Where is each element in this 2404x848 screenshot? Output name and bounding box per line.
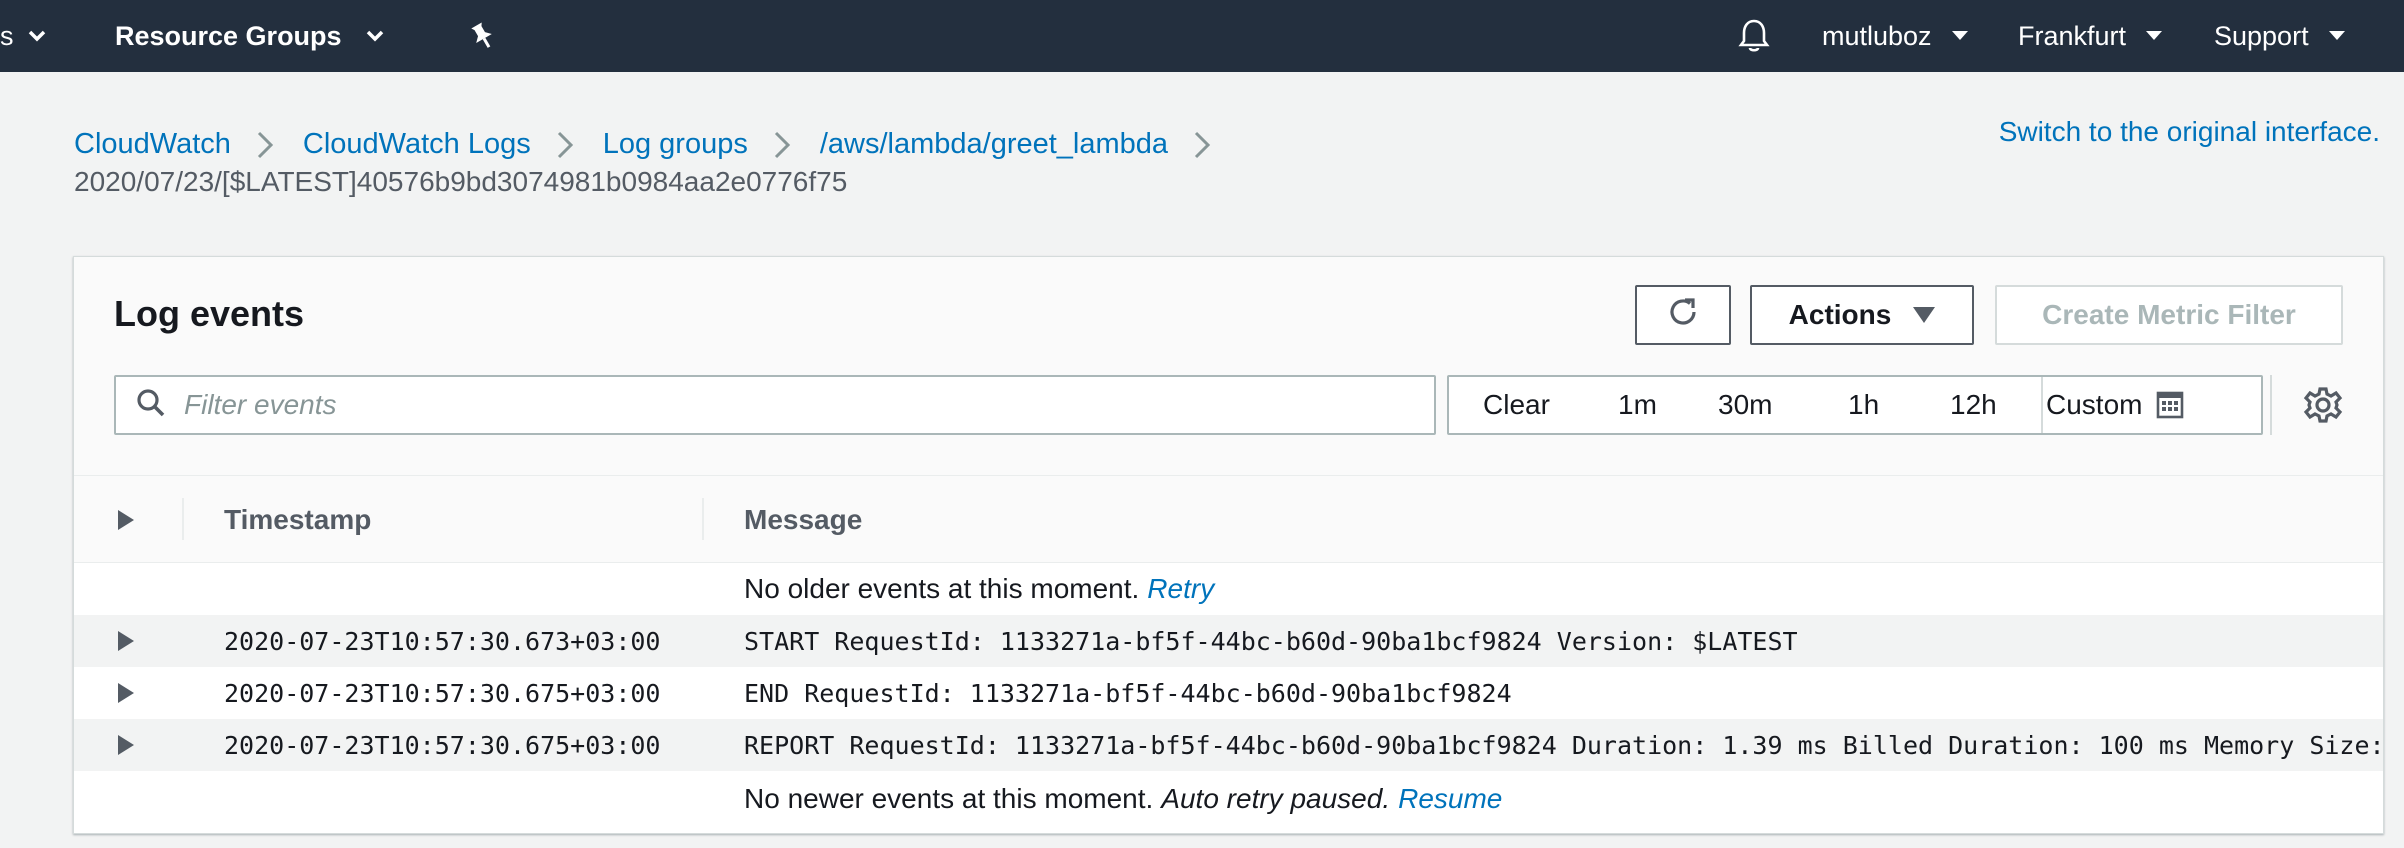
column-divider bbox=[182, 498, 184, 540]
column-header-message: Message bbox=[744, 504, 863, 535]
user-menu[interactable]: mutluboz bbox=[1822, 0, 1968, 72]
time-range-selector: Clear 1m 30m 1h 12h Custom bbox=[1447, 375, 2263, 435]
panel-title: Log events bbox=[114, 293, 305, 334]
retry-link[interactable]: Retry bbox=[1147, 573, 1214, 605]
refresh-button[interactable] bbox=[1635, 285, 1731, 345]
table-row[interactable]: 2020-07-23T10:57:30.673+03:00 START Requ… bbox=[74, 615, 2383, 667]
top-navigation-bar: s Resource Groups mutluboz Frankfurt Sup… bbox=[0, 0, 2404, 72]
table-header: Timestamp Message bbox=[74, 475, 2383, 563]
chevron-right-icon bbox=[1168, 124, 1240, 164]
row-message: START RequestId: 1133271a-bf5f-44bc-b60d… bbox=[744, 626, 1798, 656]
range-divider bbox=[2041, 377, 2043, 433]
chevron-right-icon bbox=[748, 124, 820, 164]
log-events-panel: Log events Actions Create Metric Filter … bbox=[73, 256, 2384, 834]
panel-header: Log events Actions Create Metric Filter … bbox=[74, 257, 2383, 475]
row-message: END RequestId: 1133271a-bf5f-44bc-b60d-9… bbox=[744, 678, 1512, 708]
support-menu[interactable]: Support bbox=[2214, 0, 2345, 72]
expand-all-toggle[interactable] bbox=[118, 476, 134, 564]
range-12h-button[interactable]: 12h bbox=[1950, 377, 1997, 433]
column-divider bbox=[702, 498, 704, 540]
range-1m-button[interactable]: 1m bbox=[1618, 377, 1657, 433]
newer-events-text: No newer events at this moment. bbox=[744, 783, 1154, 814]
table-row[interactable]: 2020-07-23T10:57:30.675+03:00 REPORT Req… bbox=[74, 719, 2383, 771]
calendar-icon bbox=[2157, 391, 2184, 419]
chevron-down-icon bbox=[28, 30, 46, 42]
breadcrumb-log-group[interactable]: /aws/lambda/greet_lambda bbox=[820, 128, 1168, 161]
chevron-right-icon bbox=[231, 124, 303, 164]
older-events-text: No older events at this moment. bbox=[744, 573, 1140, 604]
filter-events-field[interactable] bbox=[114, 375, 1436, 435]
breadcrumb-cloudwatch-logs[interactable]: CloudWatch Logs bbox=[303, 128, 531, 161]
breadcrumb-current-log-stream: 2020/07/23/[$LATEST]40576b9bd3074981b098… bbox=[74, 166, 848, 197]
newer-events-note: No newer events at this moment. Auto ret… bbox=[744, 773, 1502, 825]
resource-groups-menu[interactable]: Resource Groups bbox=[115, 0, 384, 72]
caret-down-icon bbox=[1913, 307, 1936, 323]
bell-icon[interactable] bbox=[1738, 0, 1770, 72]
row-message: REPORT RequestId: 1133271a-bf5f-44bc-b60… bbox=[744, 730, 2380, 760]
caret-right-icon[interactable] bbox=[118, 733, 134, 762]
user-name: mutluboz bbox=[1822, 20, 1932, 51]
chevron-down-icon bbox=[2146, 31, 2163, 41]
column-header-timestamp: Timestamp bbox=[224, 504, 372, 535]
chevron-down-icon bbox=[2328, 31, 2345, 41]
gear-icon[interactable] bbox=[2303, 385, 2343, 430]
services-menu[interactable]: s bbox=[0, 0, 46, 72]
chevron-right-icon bbox=[531, 124, 603, 164]
caret-right-icon[interactable] bbox=[118, 629, 134, 658]
actions-button[interactable]: Actions bbox=[1750, 285, 1974, 345]
range-custom-label: Custom bbox=[2046, 389, 2143, 420]
caret-right-icon[interactable] bbox=[118, 681, 134, 710]
support-label: Support bbox=[2214, 20, 2309, 51]
region-name: Frankfurt bbox=[2018, 20, 2127, 51]
range-clear-button[interactable]: Clear bbox=[1483, 377, 1550, 433]
resource-groups-label: Resource Groups bbox=[115, 20, 342, 51]
range-custom-button[interactable]: Custom bbox=[2046, 377, 2184, 433]
caret-right-icon bbox=[118, 510, 134, 530]
create-metric-filter-label: Create Metric Filter bbox=[2042, 299, 2296, 330]
range-30m-button[interactable]: 30m bbox=[1718, 377, 1772, 433]
breadcrumb: CloudWatch CloudWatch Logs Log groups /a… bbox=[74, 124, 1240, 164]
row-timestamp: 2020-07-23T10:57:30.673+03:00 bbox=[224, 626, 661, 656]
range-1h-button[interactable]: 1h bbox=[1848, 377, 1879, 433]
row-timestamp: 2020-07-23T10:57:30.675+03:00 bbox=[224, 678, 661, 708]
search-icon bbox=[136, 388, 166, 423]
breadcrumb-log-groups[interactable]: Log groups bbox=[603, 128, 748, 161]
pin-icon[interactable] bbox=[468, 0, 496, 72]
region-menu[interactable]: Frankfurt bbox=[2018, 0, 2163, 72]
chevron-down-icon bbox=[366, 30, 384, 42]
older-events-note: No older events at this moment. Retry bbox=[744, 563, 1214, 615]
chevron-down-icon bbox=[1951, 31, 1968, 41]
filter-events-input[interactable] bbox=[184, 389, 1384, 421]
table-row[interactable]: 2020-07-23T10:57:30.675+03:00 END Reques… bbox=[74, 667, 2383, 719]
refresh-icon bbox=[1665, 294, 1701, 337]
toolbar-divider bbox=[2270, 375, 2272, 435]
actions-label: Actions bbox=[1788, 299, 1892, 330]
switch-interface-link[interactable]: Switch to the original interface. bbox=[1999, 116, 2380, 148]
resume-link[interactable]: Resume bbox=[1398, 783, 1502, 815]
auto-retry-paused-text: Auto retry paused. bbox=[1161, 783, 1391, 814]
services-label: s bbox=[0, 20, 14, 51]
row-timestamp: 2020-07-23T10:57:30.675+03:00 bbox=[224, 730, 661, 760]
breadcrumb-cloudwatch[interactable]: CloudWatch bbox=[74, 128, 231, 161]
create-metric-filter-button[interactable]: Create Metric Filter bbox=[1995, 285, 2343, 345]
